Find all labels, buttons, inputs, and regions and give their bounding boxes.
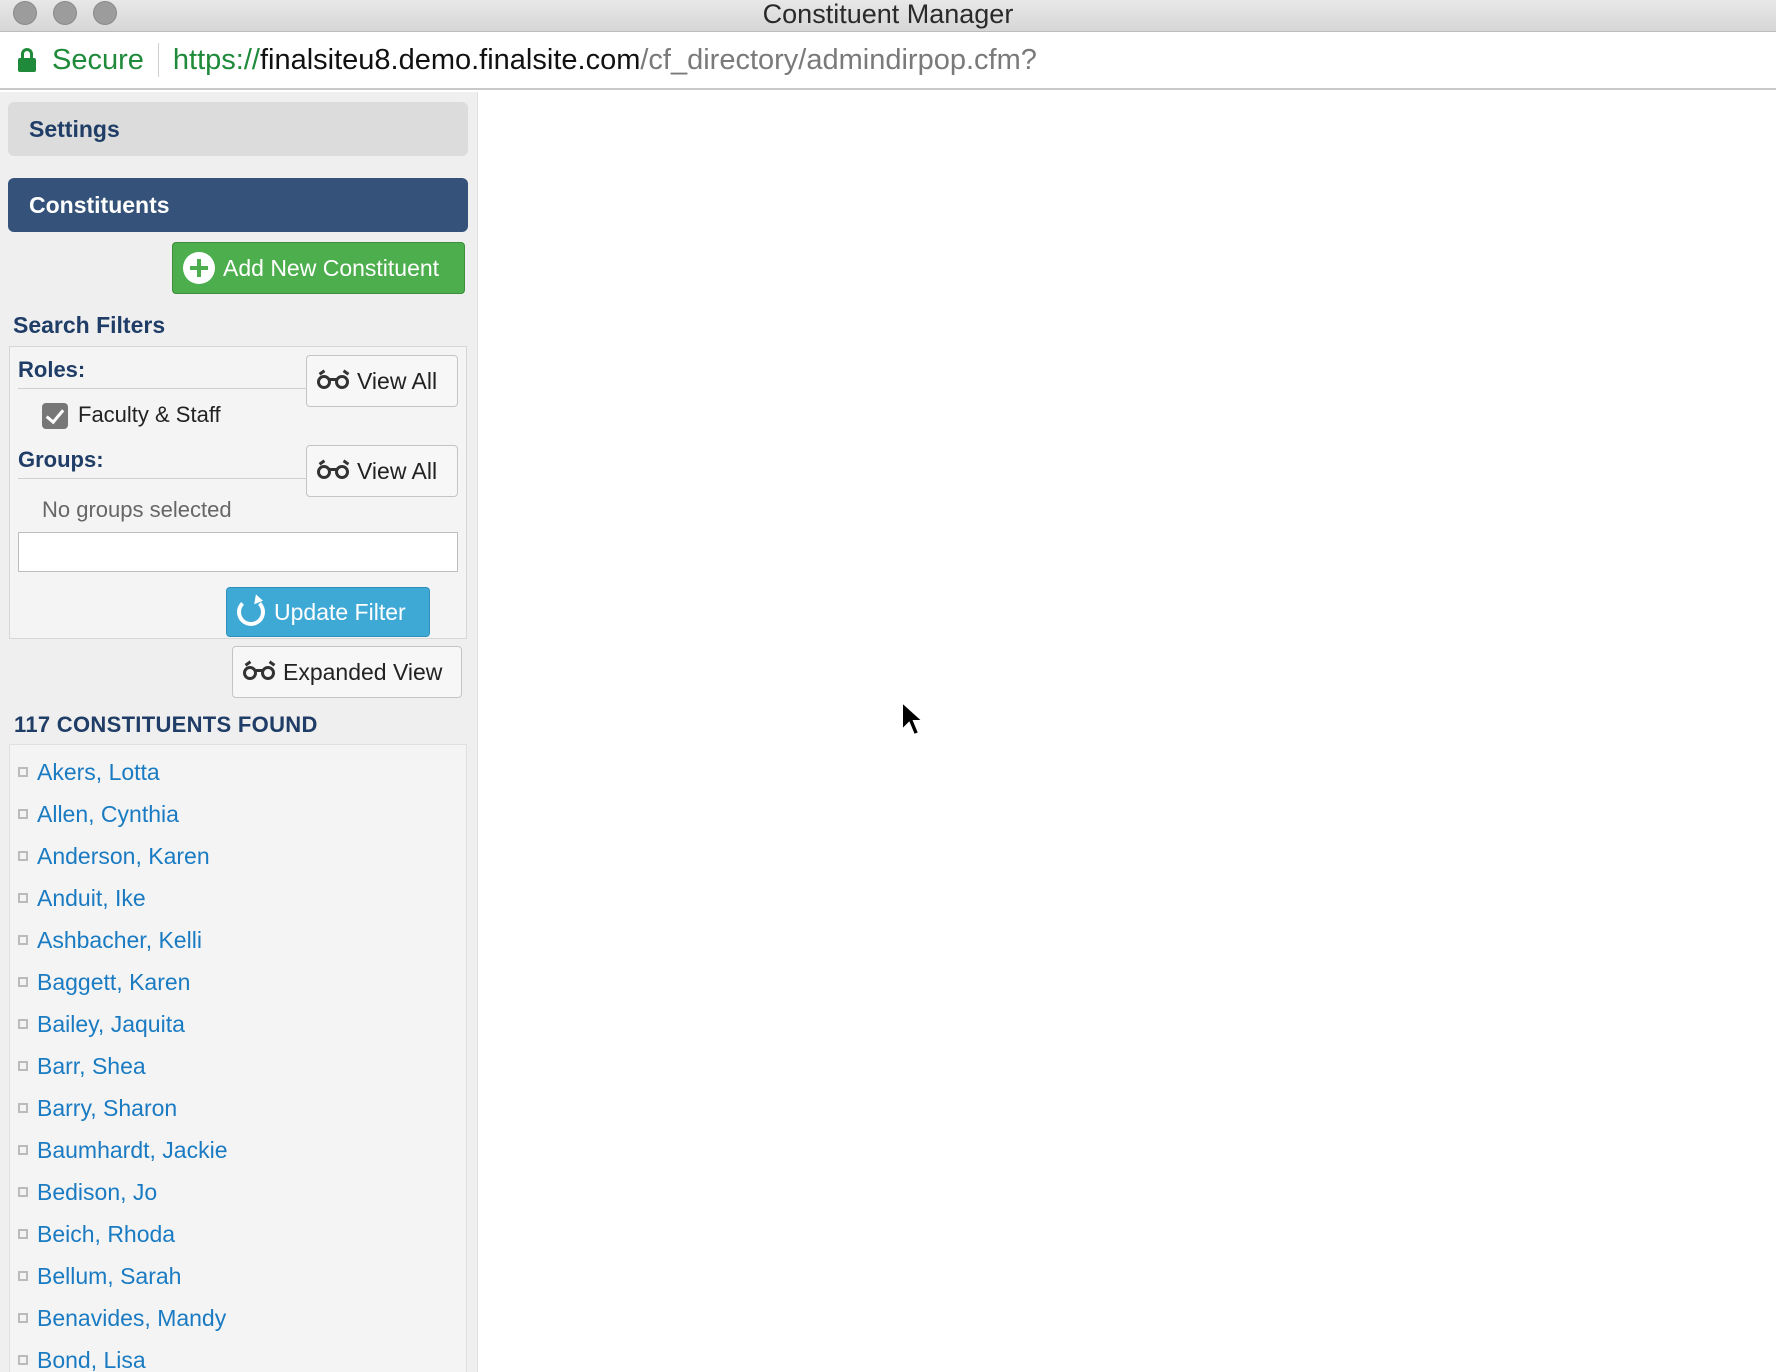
bullet-icon: [18, 1313, 28, 1323]
constituent-link[interactable]: Bedison, Jo: [37, 1179, 157, 1206]
bullet-icon: [18, 809, 28, 819]
list-item: Ashbacher, Kelli: [10, 919, 466, 961]
bullet-icon: [18, 1103, 28, 1113]
constituent-link[interactable]: Benavides, Mandy: [37, 1305, 226, 1332]
window-title: Constituent Manager: [762, 0, 1014, 29]
list-item: Bond, Lisa: [10, 1339, 466, 1372]
list-item: Akers, Lotta: [10, 751, 466, 793]
bullet-icon: [18, 1271, 28, 1281]
window-title-bar: Constituent Manager: [0, 0, 1776, 32]
search-filters-title: Search Filters: [13, 312, 166, 338]
list-item: Barry, Sharon: [10, 1087, 466, 1129]
constituent-link[interactable]: Baggett, Karen: [37, 969, 190, 996]
constituent-link[interactable]: Bond, Lisa: [37, 1347, 146, 1372]
list-item: Anderson, Karen: [10, 835, 466, 877]
bullet-icon: [18, 1061, 28, 1071]
list-item: Baumhardt, Jackie: [10, 1129, 466, 1171]
constituent-link[interactable]: Bailey, Jaquita: [37, 1011, 185, 1038]
constituent-list-box: Akers, Lotta Allen, Cynthia Anderson, Ka…: [9, 744, 467, 1372]
constituent-list: Akers, Lotta Allen, Cynthia Anderson, Ka…: [10, 745, 466, 1372]
bullet-icon: [18, 1355, 28, 1365]
address-bar[interactable]: Secure https://finalsiteu8.demo.finalsit…: [0, 32, 1776, 90]
groups-view-all-button[interactable]: View All: [306, 445, 458, 497]
roles-view-all-label: View All: [357, 367, 438, 394]
plus-circle-icon: [183, 252, 215, 284]
add-new-constituent-button[interactable]: Add New Constituent: [172, 242, 465, 294]
list-item: Anduit, Ike: [10, 877, 466, 919]
update-filter-label: Update Filter: [274, 598, 406, 625]
bullet-icon: [18, 1019, 28, 1029]
bullet-icon: [18, 767, 28, 777]
list-item: Benavides, Mandy: [10, 1297, 466, 1339]
refresh-icon: [237, 598, 265, 626]
bullet-icon: [18, 1229, 28, 1239]
constituent-link[interactable]: Barr, Shea: [37, 1053, 146, 1080]
search-filters-box: Roles: View All Faculty & Staff Groups: …: [9, 346, 467, 639]
secure-label: Secure: [52, 43, 144, 76]
faculty-staff-label[interactable]: Faculty & Staff: [78, 402, 221, 428]
glasses-icon: [317, 369, 351, 391]
constituent-link[interactable]: Allen, Cynthia: [37, 801, 179, 828]
bullet-icon: [18, 977, 28, 987]
constituent-link[interactable]: Barry, Sharon: [37, 1095, 177, 1122]
list-item: Allen, Cynthia: [10, 793, 466, 835]
update-filter-button[interactable]: Update Filter: [226, 587, 430, 637]
constituent-link[interactable]: Bellum, Sarah: [37, 1263, 181, 1290]
list-item: Barr, Shea: [10, 1045, 466, 1087]
constituent-link[interactable]: Beich, Rhoda: [37, 1221, 175, 1248]
address-separator: [157, 43, 159, 77]
glasses-icon: [243, 660, 277, 682]
constituent-link[interactable]: Ashbacher, Kelli: [37, 927, 202, 954]
faculty-staff-checkbox[interactable]: [42, 403, 68, 429]
expanded-view-button[interactable]: Expanded View: [232, 646, 462, 698]
url-scheme: https://: [172, 43, 260, 76]
url-path: /cf_directory/admindirpop.cfm?: [640, 43, 1037, 76]
mouse-cursor-icon: [901, 700, 926, 737]
groups-divider: [18, 478, 316, 479]
constituent-link[interactable]: Anderson, Karen: [37, 843, 210, 870]
constituents-panel-header[interactable]: Constituents: [8, 178, 468, 232]
add-new-constituent-label: Add New Constituent: [223, 254, 440, 281]
sidebar: Settings Constituents Add New Constituen…: [0, 92, 478, 1372]
bullet-icon: [18, 1187, 28, 1197]
constituents-found-count: 117 CONSTITUENTS FOUND: [14, 712, 318, 737]
glasses-icon: [317, 459, 351, 481]
list-item: Beich, Rhoda: [10, 1213, 466, 1255]
bullet-icon: [18, 893, 28, 903]
groups-view-all-label: View All: [357, 457, 438, 484]
roles-view-all-button[interactable]: View All: [306, 355, 458, 407]
settings-label: Settings: [29, 115, 120, 142]
constituent-link[interactable]: Anduit, Ike: [37, 885, 146, 912]
filter-search-input[interactable]: [18, 532, 458, 572]
groups-label: Groups:: [18, 447, 104, 472]
bullet-icon: [18, 1145, 28, 1155]
list-item: Baggett, Karen: [10, 961, 466, 1003]
constituents-label: Constituents: [29, 191, 170, 218]
list-item: Bailey, Jaquita: [10, 1003, 466, 1045]
list-item: Bellum, Sarah: [10, 1255, 466, 1297]
no-groups-text: No groups selected: [42, 497, 232, 522]
list-item: Bedison, Jo: [10, 1171, 466, 1213]
settings-panel-header[interactable]: Settings: [8, 102, 468, 156]
bullet-icon: [18, 851, 28, 861]
constituent-link[interactable]: Baumhardt, Jackie: [37, 1137, 227, 1164]
url-host: finalsiteu8.demo.finalsite.com: [259, 43, 641, 76]
constituent-link[interactable]: Akers, Lotta: [37, 759, 160, 786]
bullet-icon: [18, 935, 28, 945]
roles-divider: [18, 388, 316, 389]
roles-label: Roles:: [18, 357, 86, 382]
expanded-view-label: Expanded View: [283, 658, 443, 685]
lock-icon: [18, 48, 36, 72]
